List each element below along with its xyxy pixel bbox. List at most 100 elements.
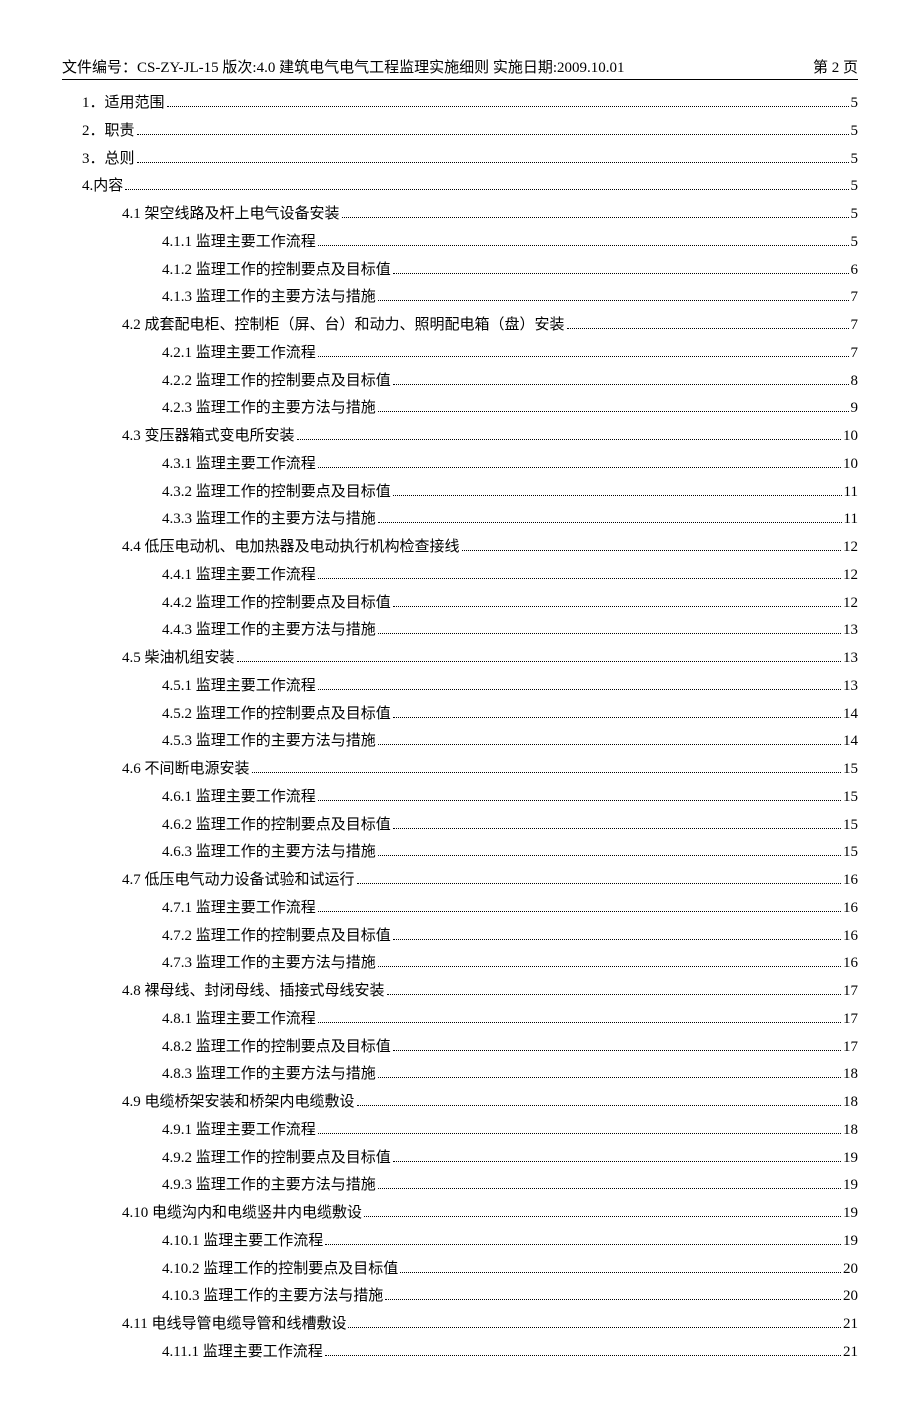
toc-entry[interactable]: 4.6.2 监理工作的控制要点及目标值15 — [62, 812, 858, 840]
toc-entry-label: 4.2 成套配电柜、控制柜（屏、台）和动力、照明配电箱（盘）安装 — [122, 312, 565, 340]
toc-leader-dots — [252, 772, 841, 773]
toc-entry[interactable]: 4.6.3 监理工作的主要方法与措施15 — [62, 839, 858, 867]
toc-entry[interactable]: 4.1 架空线路及杆上电气设备安装5 — [62, 201, 858, 229]
toc-leader-dots — [378, 744, 841, 745]
toc-entry[interactable]: 4.10.1 监理主要工作流程19 — [62, 1228, 858, 1256]
toc-leader-dots — [393, 384, 849, 385]
toc-entry[interactable]: 4.3.1 监理主要工作流程10 — [62, 451, 858, 479]
toc-entry[interactable]: 4.7.3 监理工作的主要方法与措施16 — [62, 950, 858, 978]
toc-entry[interactable]: 4.3 变压器箱式变电所安装10 — [62, 423, 858, 451]
toc-entry[interactable]: 4.2 成套配电柜、控制柜（屏、台）和动力、照明配电箱（盘）安装7 — [62, 312, 858, 340]
toc-leader-dots — [364, 1216, 841, 1217]
toc-entry-page: 11 — [844, 506, 858, 534]
toc-entry[interactable]: 4.8.1 监理主要工作流程 17 — [62, 1006, 858, 1034]
toc-entry[interactable]: 4.10.2 监理工作的控制要点及目标值20 — [62, 1256, 858, 1284]
toc-entry-page: 5 — [851, 229, 859, 257]
toc-entry[interactable]: 4.5.3 监理工作的主要方法与措施14 — [62, 728, 858, 756]
toc-entry-page: 17 — [843, 978, 858, 1006]
toc-entry-page: 14 — [843, 728, 858, 756]
toc-entry[interactable]: 4.10.3 监理工作的主要方法与措施20 — [62, 1283, 858, 1311]
toc-entry[interactable]: 4.4.1 监理主要工作流程 12 — [62, 562, 858, 590]
toc-entry-label: 4.4.1 监理主要工作流程 — [162, 562, 316, 590]
toc-entry-label: 4.6.3 监理工作的主要方法与措施 — [162, 839, 376, 867]
toc-leader-dots — [393, 828, 841, 829]
toc-entry[interactable]: 4.1.3 监理工作的主要方法与措施7 — [62, 284, 858, 312]
toc-entry[interactable]: 4.1.1 监理主要工作流程 5 — [62, 229, 858, 257]
toc-leader-dots — [378, 1077, 841, 1078]
toc-entry-page: 13 — [843, 645, 858, 673]
toc-entry-page: 19 — [843, 1145, 858, 1173]
toc-entry[interactable]: 4.2.3 监理工作的主要方法与措施9 — [62, 395, 858, 423]
toc-entry[interactable]: 4.1.2 监理工作的控制要点及目标值 6 — [62, 257, 858, 285]
toc-entry-label: 4.4 低压电动机、电加热器及电动执行机构检查接线 — [122, 534, 460, 562]
toc-entry-page: 11 — [844, 479, 858, 507]
toc-entry[interactable]: 4.4 低压电动机、电加热器及电动执行机构检查接线12 — [62, 534, 858, 562]
toc-leader-dots — [378, 300, 849, 301]
toc-entry-label: 4.9 电缆桥架安装和桥架内电缆敷设 — [122, 1089, 355, 1117]
toc-entry[interactable]: 4.9.2 监理工作的控制要点及目标值19 — [62, 1145, 858, 1173]
toc-entry[interactable]: 4.4.2 监理工作的控制要点及目标值12 — [62, 590, 858, 618]
toc-leader-dots — [357, 883, 841, 884]
toc-entry[interactable]: 4.10 电缆沟内和电缆竖井内电缆敷设 19 — [62, 1200, 858, 1228]
toc-entry-label: 4.10.2 监理工作的控制要点及目标值 — [162, 1256, 398, 1284]
toc-entry-label: 4.8.1 监理主要工作流程 — [162, 1006, 316, 1034]
toc-entry-page: 18 — [843, 1089, 858, 1117]
toc-entry-page: 18 — [843, 1061, 858, 1089]
toc-leader-dots — [393, 1161, 841, 1162]
toc-entry-label: 4.6.1 监理主要工作流程 — [162, 784, 316, 812]
toc-entry[interactable]: 1．适用范围5 — [62, 90, 858, 118]
toc-entry-label: 2．职责 — [82, 118, 135, 146]
toc-leader-dots — [567, 328, 849, 329]
toc-entry-label: 4.2.2 监理工作的控制要点及目标值 — [162, 368, 391, 396]
toc-entry-page: 18 — [843, 1117, 858, 1145]
toc-entry-page: 8 — [851, 368, 859, 396]
toc-entry-label: 4.10 电缆沟内和电缆竖井内电缆敷设 — [122, 1200, 362, 1228]
toc-entry[interactable]: 4.9.3 监理工作的主要方法与措施19 — [62, 1172, 858, 1200]
toc-entry[interactable]: 4.6.1 监理主要工作流程15 — [62, 784, 858, 812]
toc-entry[interactable]: 4.8.2 监理工作的控制要点及目标值17 — [62, 1034, 858, 1062]
toc-entry[interactable]: 4.7.1 监理主要工作流程16 — [62, 895, 858, 923]
toc-entry-label: 4.3.2 监理工作的控制要点及目标值 — [162, 479, 391, 507]
table-of-contents: 1．适用范围52．职责53．总则54.内容54.1 架空线路及杆上电气设备安装5… — [62, 90, 858, 1367]
toc-entry[interactable]: 4.4.3 监理工作的主要方法与措施13 — [62, 617, 858, 645]
toc-entry[interactable]: 4.5.1 监理主要工作流程13 — [62, 673, 858, 701]
toc-entry-page: 5 — [851, 173, 859, 201]
toc-leader-dots — [318, 578, 841, 579]
toc-entry[interactable]: 4.3.3 监理工作的主要方法与措施 11 — [62, 506, 858, 534]
toc-entry-page: 12 — [843, 562, 858, 590]
toc-entry[interactable]: 3．总则5 — [62, 146, 858, 174]
toc-entry[interactable]: 4.9.1 监理主要工作流程18 — [62, 1117, 858, 1145]
toc-entry[interactable]: 4.7.2 监理工作的控制要点及目标值16 — [62, 923, 858, 951]
toc-entry-label: 4.1 架空线路及杆上电气设备安装 — [122, 201, 340, 229]
toc-entry[interactable]: 4.11.1 监理主要工作流程21 — [62, 1339, 858, 1367]
toc-entry-page: 15 — [843, 756, 858, 784]
toc-entry[interactable]: 4.8.3 监理工作的主要方法与措施18 — [62, 1061, 858, 1089]
toc-leader-dots — [237, 661, 841, 662]
toc-entry-page: 14 — [843, 701, 858, 729]
toc-leader-dots — [393, 273, 849, 274]
toc-entry-page: 6 — [851, 257, 859, 285]
toc-entry-label: 4.3.3 监理工作的主要方法与措施 — [162, 506, 376, 534]
toc-entry-page: 13 — [843, 617, 858, 645]
toc-entry-page: 17 — [843, 1006, 858, 1034]
toc-entry-label: 4.4.2 监理工作的控制要点及目标值 — [162, 590, 391, 618]
toc-leader-dots — [393, 717, 841, 718]
toc-entry[interactable]: 4.8 裸母线、封闭母线、插接式母线安装17 — [62, 978, 858, 1006]
toc-entry-label: 4.1.1 监理主要工作流程 — [162, 229, 316, 257]
toc-entry[interactable]: 4.2.2 监理工作的控制要点及目标值 8 — [62, 368, 858, 396]
toc-entry[interactable]: 4.11 电线导管电缆导管和线槽敷设21 — [62, 1311, 858, 1339]
toc-entry-page: 19 — [843, 1200, 858, 1228]
toc-entry[interactable]: 4.内容5 — [62, 173, 858, 201]
toc-entry[interactable]: 4.2.1 监理主要工作流程7 — [62, 340, 858, 368]
toc-entry[interactable]: 2．职责5 — [62, 118, 858, 146]
toc-entry-label: 4.1.2 监理工作的控制要点及目标值 — [162, 257, 391, 285]
toc-leader-dots — [125, 189, 848, 190]
toc-entry[interactable]: 4.6 不间断电源安装15 — [62, 756, 858, 784]
toc-entry[interactable]: 4.5 柴油机组安装13 — [62, 645, 858, 673]
toc-entry-page: 7 — [851, 284, 859, 312]
toc-entry[interactable]: 4.5.2 监理工作的控制要点及目标值14 — [62, 701, 858, 729]
toc-entry[interactable]: 4.9 电缆桥架安装和桥架内电缆敷设 18 — [62, 1089, 858, 1117]
toc-entry[interactable]: 4.7 低压电气动力设备试验和试运行16 — [62, 867, 858, 895]
toc-entry[interactable]: 4.3.2 监理工作的控制要点及目标值 11 — [62, 479, 858, 507]
toc-entry-page: 19 — [843, 1228, 858, 1256]
